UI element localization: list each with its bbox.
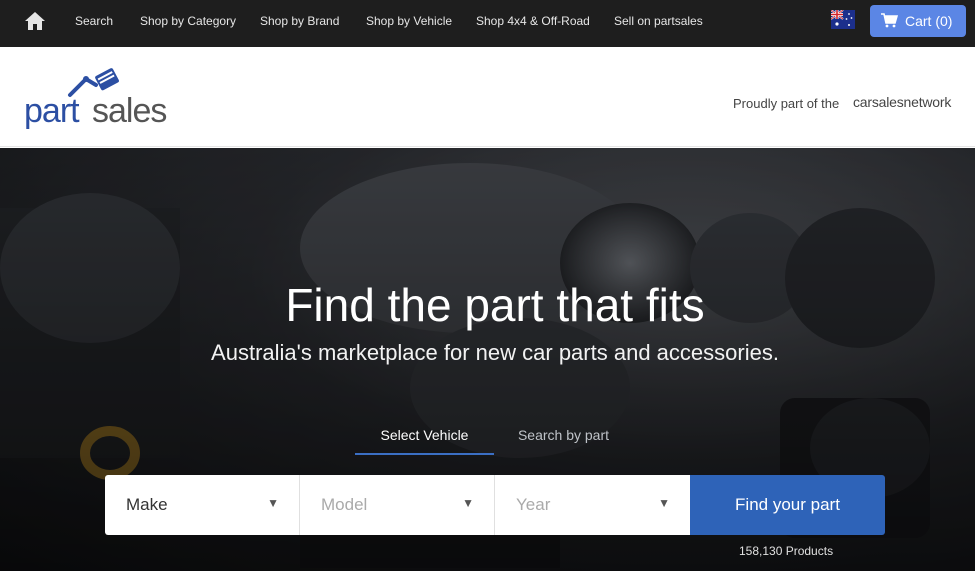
hero-section: Find the part that fits Australia's mark… bbox=[0, 148, 975, 571]
nav-link-shop-4x4[interactable]: Shop 4x4 & Off-Road bbox=[476, 14, 590, 28]
make-select[interactable]: Make ▼ bbox=[105, 475, 300, 535]
make-select-label: Make bbox=[126, 495, 168, 514]
top-navigation-bar: Search Shop by Category Shop by Brand Sh… bbox=[0, 0, 975, 47]
nav-link-sell-on-partsales[interactable]: Sell on partsales bbox=[614, 14, 703, 28]
logo-text-part: part bbox=[24, 92, 80, 130]
hero-title: Find the part that fits bbox=[285, 279, 705, 331]
year-select[interactable]: Year ▼ bbox=[495, 475, 690, 535]
site-header: part sales Proudly part of the carsalesn… bbox=[0, 47, 975, 147]
tab-search-by-part[interactable]: Search by part bbox=[494, 420, 633, 455]
nav-link-shop-by-brand[interactable]: Shop by Brand bbox=[260, 14, 339, 28]
home-icon[interactable] bbox=[24, 11, 46, 31]
cart-label: Cart (0) bbox=[905, 13, 953, 29]
hero-subtitle: Australia's marketplace for new car part… bbox=[211, 340, 779, 365]
chevron-down-icon: ▼ bbox=[658, 496, 670, 510]
proudly-part-of-text: Proudly part of the bbox=[733, 96, 840, 111]
vehicle-search-form: Make ▼ Model ▼ Year ▼ Find your part bbox=[105, 475, 885, 535]
nav-link-shop-by-vehicle[interactable]: Shop by Vehicle bbox=[366, 14, 452, 28]
logo-text-sales: sales bbox=[92, 92, 167, 130]
carsales-network-logo[interactable]: carsalesnetwork bbox=[853, 94, 951, 110]
tab-select-vehicle[interactable]: Select Vehicle bbox=[355, 420, 494, 455]
australia-flag-icon[interactable] bbox=[830, 9, 855, 29]
find-your-part-button[interactable]: Find your part bbox=[690, 475, 885, 535]
chevron-down-icon: ▼ bbox=[462, 496, 474, 510]
products-count: 158,130 Products bbox=[739, 544, 834, 558]
nav-link-search[interactable]: Search bbox=[75, 14, 113, 28]
model-select[interactable]: Model ▼ bbox=[300, 475, 495, 535]
chevron-down-icon: ▼ bbox=[267, 496, 279, 510]
cart-button[interactable]: Cart (0) bbox=[870, 5, 966, 37]
shopping-cart-icon bbox=[881, 13, 899, 28]
nav-link-shop-by-category[interactable]: Shop by Category bbox=[140, 14, 236, 28]
year-select-label: Year bbox=[516, 495, 551, 514]
model-select-label: Model bbox=[321, 495, 368, 514]
